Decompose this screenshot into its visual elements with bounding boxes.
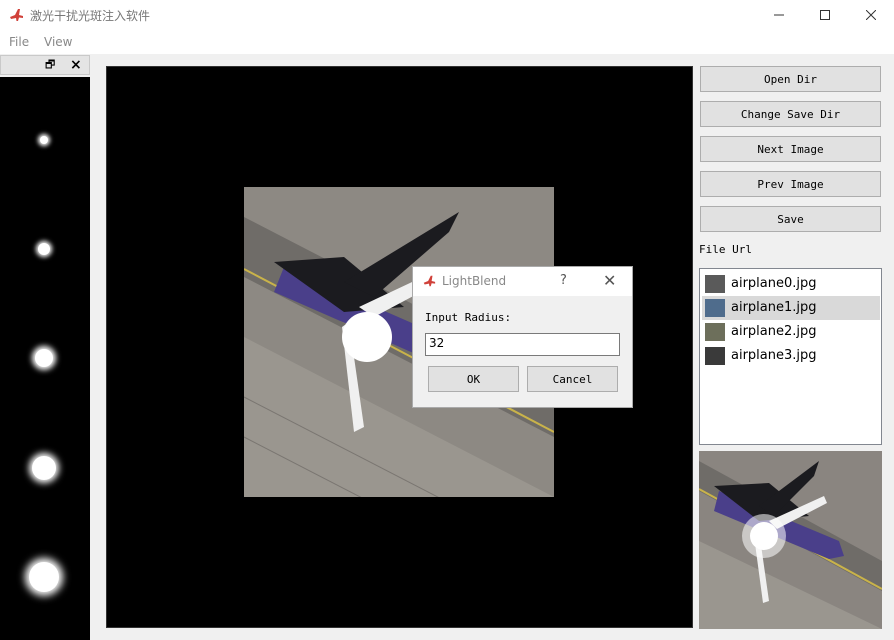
- maximize-button[interactable]: [802, 0, 848, 30]
- maximize-icon: [820, 10, 830, 20]
- dock-close-icon[interactable]: ×: [70, 57, 84, 73]
- file-name: airplane3.jpg: [731, 348, 817, 363]
- float-icon[interactable]: 🗗: [45, 58, 57, 72]
- file-list-item[interactable]: airplane3.jpg: [702, 344, 880, 368]
- file-list[interactable]: airplane0.jpg airplane1.jpg airplane2.jp…: [699, 268, 882, 445]
- menu-file[interactable]: File: [9, 35, 29, 49]
- prev-image-button[interactable]: Prev Image: [700, 171, 881, 197]
- radius-input[interactable]: 32: [425, 333, 620, 356]
- preview-image: [699, 451, 882, 629]
- preview-scene-graphic: [699, 451, 882, 629]
- cancel-button[interactable]: Cancel: [527, 366, 618, 392]
- help-icon[interactable]: ?: [560, 273, 567, 288]
- airplane-app-icon: [10, 9, 23, 21]
- dialog-title: LightBlend: [442, 274, 507, 288]
- airplane-thumbnail-icon: [705, 275, 725, 293]
- menu-bar: File View: [0, 30, 894, 54]
- light-spot-1[interactable]: [40, 136, 48, 144]
- light-spot-3[interactable]: [35, 349, 53, 367]
- next-image-button[interactable]: Next Image: [700, 136, 881, 162]
- dock-header: 🗗 ×: [0, 55, 90, 75]
- file-name: airplane1.jpg: [731, 300, 817, 315]
- file-list-item-selected[interactable]: airplane1.jpg: [702, 296, 880, 320]
- injected-light-spot[interactable]: [342, 312, 392, 362]
- file-list-item[interactable]: airplane0.jpg: [702, 272, 880, 296]
- close-window-button[interactable]: [848, 0, 894, 30]
- airplane-thumbnail-icon: [705, 347, 725, 365]
- airplane-thumbnail-icon: [705, 323, 725, 341]
- file-url-label: File Url: [699, 243, 752, 256]
- title-bar: 激光干扰光斑注入软件: [0, 0, 894, 30]
- close-icon: [866, 10, 876, 20]
- save-button[interactable]: Save: [700, 206, 881, 232]
- light-spot-palette: [0, 77, 90, 640]
- lightblend-dialog: LightBlend ? ✕ Input Radius: 32 OK Cance…: [412, 266, 633, 408]
- file-name: airplane0.jpg: [731, 276, 817, 291]
- light-spot-2[interactable]: [38, 243, 50, 255]
- window-title: 激光干扰光斑注入软件: [30, 9, 151, 23]
- minimize-button[interactable]: [756, 0, 802, 30]
- file-name: airplane2.jpg: [731, 324, 817, 339]
- menu-view[interactable]: View: [44, 35, 72, 49]
- open-dir-button[interactable]: Open Dir: [700, 66, 881, 92]
- radius-label: Input Radius:: [425, 311, 512, 324]
- file-list-item[interactable]: airplane2.jpg: [702, 320, 880, 344]
- change-save-dir-button[interactable]: Change Save Dir: [700, 101, 881, 127]
- dialog-close-icon[interactable]: ✕: [603, 271, 616, 290]
- light-spot-5[interactable]: [29, 562, 59, 592]
- light-spot-4[interactable]: [32, 456, 56, 480]
- ok-button[interactable]: OK: [428, 366, 519, 392]
- dialog-title-bar: LightBlend ? ✕: [413, 267, 632, 296]
- minimize-icon: [774, 14, 784, 16]
- airplane-dialog-icon: [423, 275, 436, 287]
- airplane-thumbnail-icon: [705, 299, 725, 317]
